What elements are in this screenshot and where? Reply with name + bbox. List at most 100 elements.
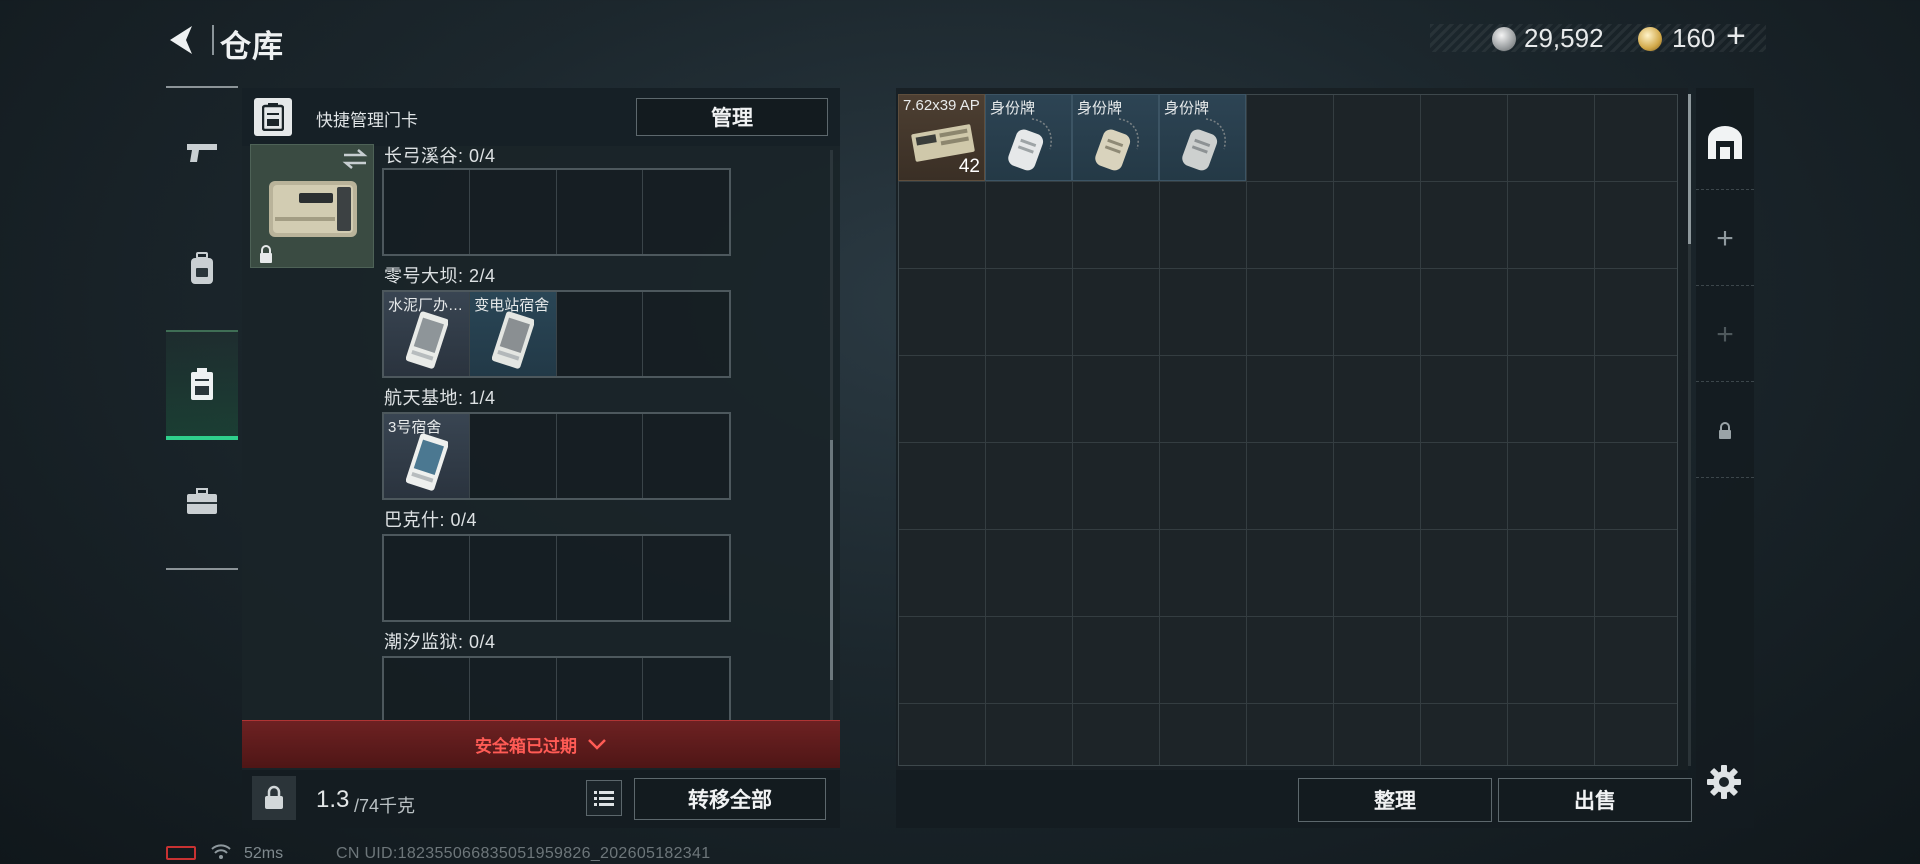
list-view-button[interactable]: [586, 780, 622, 816]
keycard-slot[interactable]: [557, 170, 643, 254]
sort-button[interactable]: 整理: [1298, 778, 1492, 822]
storage-slot[interactable]: [1334, 530, 1421, 617]
keycard-item[interactable]: 3号宿舍: [384, 414, 471, 498]
storage-slot[interactable]: [899, 443, 986, 530]
keycard-item[interactable]: 水泥厂办…: [384, 292, 471, 376]
storage-slot[interactable]: [1073, 530, 1160, 617]
storage-slot[interactable]: [1595, 443, 1677, 530]
case-expired-banner[interactable]: 安全箱已过期: [242, 720, 840, 768]
storage-slot[interactable]: [986, 617, 1073, 704]
storage-slot[interactable]: [1247, 530, 1334, 617]
storage-slot[interactable]: [1160, 356, 1247, 443]
storage-slot[interactable]: [1421, 617, 1508, 704]
storage-slot[interactable]: [1508, 269, 1595, 356]
storage-slot[interactable]: [1421, 269, 1508, 356]
storage-slot[interactable]: [1508, 443, 1595, 530]
storage-slot[interactable]: [1595, 95, 1677, 182]
keycard-slot[interactable]: [643, 414, 729, 498]
storage-slot[interactable]: [1247, 95, 1334, 182]
keycard-slot[interactable]: [557, 292, 643, 376]
storage-slot[interactable]: [1595, 269, 1677, 356]
storage-slot[interactable]: [1247, 356, 1334, 443]
storage-slot[interactable]: [1421, 356, 1508, 443]
storage-slot[interactable]: [1160, 269, 1247, 356]
storage-slot[interactable]: [899, 356, 986, 443]
storage-slot[interactable]: [1160, 617, 1247, 704]
keycard-slot[interactable]: [384, 170, 471, 254]
keycard-item[interactable]: 变电站宿舍: [470, 292, 557, 376]
storage-slot[interactable]: [1595, 182, 1677, 269]
storage-slot[interactable]: [1508, 182, 1595, 269]
keycard-slot[interactable]: [557, 658, 643, 720]
storage-slot[interactable]: [899, 617, 986, 704]
storage-page-tab-add-disabled[interactable]: +: [1696, 288, 1754, 382]
sidebar-tab-tools[interactable]: [166, 446, 238, 556]
storage-page-tab-add[interactable]: +: [1696, 192, 1754, 286]
storage-slot[interactable]: [1421, 95, 1508, 182]
storage-slot[interactable]: [1421, 530, 1508, 617]
storage-slot[interactable]: [986, 356, 1073, 443]
storage-slot[interactable]: [1595, 530, 1677, 617]
sidebar-tab-weapon[interactable]: [166, 98, 238, 208]
storage-slot[interactable]: [1595, 704, 1677, 765]
keycard-slot[interactable]: [557, 414, 643, 498]
manage-button[interactable]: 管理: [636, 98, 828, 136]
storage-scrollbar-thumb[interactable]: [1688, 94, 1691, 244]
storage-slot[interactable]: [1421, 443, 1508, 530]
storage-slot[interactable]: [986, 704, 1073, 765]
storage-slot[interactable]: [1073, 704, 1160, 765]
storage-item-dogtag[interactable]: 身份牌: [1072, 94, 1159, 181]
storage-slot[interactable]: [1334, 704, 1421, 765]
keycard-slot[interactable]: [470, 414, 557, 498]
storage-item-dogtag[interactable]: 身份牌: [1159, 94, 1246, 181]
storage-slot[interactable]: [899, 182, 986, 269]
swap-icon[interactable]: [340, 146, 370, 172]
storage-slot[interactable]: [1160, 704, 1247, 765]
storage-slot[interactable]: [986, 182, 1073, 269]
storage-slot[interactable]: [1073, 356, 1160, 443]
keycard-slot[interactable]: [557, 536, 643, 620]
back-button[interactable]: [162, 20, 202, 60]
storage-slot[interactable]: [1508, 356, 1595, 443]
add-currency-button[interactable]: +: [1726, 17, 1746, 56]
storage-page-tab-main[interactable]: [1696, 96, 1754, 190]
left-scrollbar-thumb[interactable]: [830, 440, 833, 680]
storage-slot[interactable]: [1160, 182, 1247, 269]
storage-item-dogtag[interactable]: 身份牌: [985, 94, 1072, 181]
keycard-slot[interactable]: [470, 536, 557, 620]
storage-slot[interactable]: [899, 530, 986, 617]
storage-slot[interactable]: [1247, 617, 1334, 704]
sidebar-tab-case[interactable]: [166, 330, 238, 440]
storage-slot[interactable]: [1073, 269, 1160, 356]
storage-slot[interactable]: [1508, 704, 1595, 765]
storage-slot[interactable]: [1334, 443, 1421, 530]
storage-slot[interactable]: [1073, 443, 1160, 530]
storage-item-ammo[interactable]: 7.62x39 AP 42: [898, 94, 985, 181]
keycard-slot[interactable]: [643, 170, 729, 254]
keycard-slot[interactable]: [643, 658, 729, 720]
storage-slot[interactable]: [1595, 356, 1677, 443]
storage-slot[interactable]: [1160, 443, 1247, 530]
storage-slot[interactable]: [1334, 182, 1421, 269]
storage-slot[interactable]: [1508, 617, 1595, 704]
storage-slot[interactable]: [1247, 704, 1334, 765]
storage-slot[interactable]: [986, 269, 1073, 356]
sell-button[interactable]: 出售: [1498, 778, 1692, 822]
storage-slot[interactable]: [1073, 182, 1160, 269]
storage-slot[interactable]: [986, 530, 1073, 617]
storage-slot[interactable]: [1508, 95, 1595, 182]
settings-button[interactable]: [1704, 762, 1744, 802]
keycard-slot[interactable]: [384, 658, 471, 720]
storage-slot[interactable]: [1247, 269, 1334, 356]
storage-slot[interactable]: [1421, 182, 1508, 269]
storage-slot[interactable]: [899, 704, 986, 765]
keycard-slot[interactable]: [643, 536, 729, 620]
sidebar-tab-backpack[interactable]: [166, 214, 238, 324]
storage-slot[interactable]: [1334, 95, 1421, 182]
keycard-slot[interactable]: [470, 170, 557, 254]
transfer-all-button[interactable]: 转移全部: [634, 778, 826, 820]
storage-page-tab-locked[interactable]: [1696, 384, 1754, 478]
keycard-slot[interactable]: [470, 658, 557, 720]
storage-slot[interactable]: [1160, 530, 1247, 617]
keycard-slot[interactable]: [643, 292, 729, 376]
